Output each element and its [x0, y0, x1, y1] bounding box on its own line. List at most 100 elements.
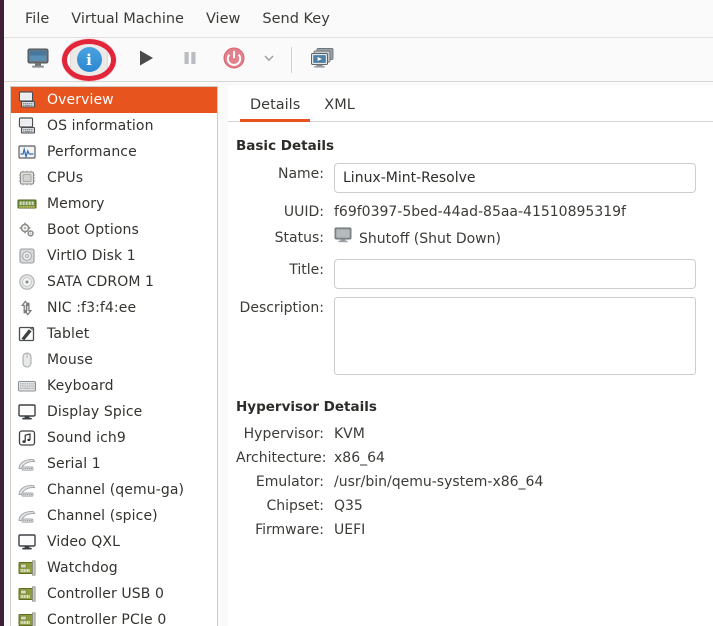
display-icon	[16, 532, 38, 552]
sidebar-item-label: Controller USB 0	[47, 586, 165, 602]
monitor-icon	[26, 47, 50, 73]
hypervisor-row: Emulator: /usr/bin/qemu-system-x86_64	[228, 472, 713, 493]
hypervisor-field-value: x86_64	[334, 450, 385, 466]
sidebar-item-label: Serial 1	[47, 456, 101, 472]
pci-card-icon	[16, 584, 38, 604]
tab-details[interactable]: Details	[238, 93, 312, 122]
menu-virtual-machine[interactable]: Virtual Machine	[60, 7, 195, 31]
sidebar-item-label: SATA CDROM 1	[47, 274, 155, 290]
uuid-row: UUID: f69f0397-5bed-44ad-85aa-4151089531…	[228, 201, 713, 223]
shutdown-menu-button[interactable]	[256, 41, 282, 79]
hypervisor-row: Architecture: x86_64	[228, 448, 713, 469]
sidebar-item-sata-cdrom-1[interactable]: SATA CDROM 1	[11, 269, 217, 295]
hypervisor-field-label: Emulator:	[255, 474, 324, 490]
sidebar-item-keyboard[interactable]: Keyboard	[11, 373, 217, 399]
chevron-down-icon	[262, 50, 276, 69]
virt-manager-window: File Virtual Machine View Send Key i Ove…	[0, 0, 713, 626]
sidebar-item-controller-pcie-0[interactable]: Controller PCIe 0	[11, 607, 217, 626]
hypervisor-field-label: Firmware:	[255, 522, 324, 538]
pci-card-icon	[16, 610, 38, 626]
hypervisor-row: Chipset: Q35	[228, 496, 713, 517]
sidebar-item-nic-f3-f4-ee[interactable]: NIC :f3:f4:ee	[11, 295, 217, 321]
sidebar-item-channel-spice[interactable]: Channel (spice)	[11, 503, 217, 529]
memory-icon	[16, 194, 38, 214]
sidebar-item-watchdog[interactable]: Watchdog	[11, 555, 217, 581]
sidebar-item-channel-qemu-ga[interactable]: Channel (qemu-ga)	[11, 477, 217, 503]
sidebar-item-label: Video QXL	[47, 534, 120, 550]
network-icon	[16, 298, 38, 318]
sidebar-item-label: OS information	[47, 118, 154, 134]
sidebar-item-label: VirtIO Disk 1	[47, 248, 136, 264]
sidebar-item-boot-options[interactable]: Boot Options	[11, 217, 217, 243]
title-row: Title:	[228, 259, 713, 289]
title-input[interactable]	[334, 259, 696, 289]
status-row: Status: Shutoff (Shut Down)	[228, 227, 713, 250]
sidebar-item-overview[interactable]: Overview	[11, 87, 217, 113]
sidebar-item-mouse[interactable]: Mouse	[11, 347, 217, 373]
hypervisor-field-value: Q35	[334, 498, 363, 514]
menu-bar: File Virtual Machine View Send Key	[4, 0, 713, 38]
play-icon	[136, 48, 156, 72]
hypervisor-field-value: UEFI	[334, 522, 366, 538]
status-value-group: Shutoff (Shut Down)	[334, 227, 501, 250]
shutoff-status-icon	[334, 227, 352, 250]
hypervisor-field-label: Hypervisor:	[243, 426, 324, 442]
details-panel: Details XML Basic Details Name: UUID: f6…	[228, 86, 713, 626]
hardware-list[interactable]: Overview OS information Performance CPUs Mem…	[10, 86, 218, 626]
hypervisor-row: Firmware: UEFI	[228, 520, 713, 541]
sidebar-item-serial-1[interactable]: Serial 1	[11, 451, 217, 477]
uuid-label: UUID:	[283, 204, 324, 220]
show-hardware-details-button[interactable]: i	[60, 38, 118, 82]
sidebar-item-label: Channel (spice)	[47, 508, 158, 524]
toolbar: i	[4, 38, 713, 82]
run-button[interactable]	[124, 41, 168, 79]
tab-xml[interactable]: XML	[312, 93, 367, 121]
display-icon	[16, 402, 38, 422]
sidebar-item-tablet[interactable]: Tablet	[11, 321, 217, 347]
show-console-button[interactable]	[16, 41, 60, 79]
sidebar-item-display-spice[interactable]: Display Spice	[11, 399, 217, 425]
power-icon	[222, 46, 246, 74]
description-row: Description:	[228, 297, 713, 375]
name-label: Name:	[277, 166, 324, 182]
menu-view[interactable]: View	[195, 7, 251, 31]
sidebar-item-label: Channel (qemu-ga)	[47, 482, 185, 498]
menu-send-key[interactable]: Send Key	[251, 7, 340, 31]
description-textarea[interactable]	[334, 297, 696, 375]
mouse-icon	[16, 350, 38, 370]
sidebar-item-video-qxl[interactable]: Video QXL	[11, 529, 217, 555]
sidebar-item-memory[interactable]: Memory	[11, 191, 217, 217]
status-label: Status:	[274, 230, 324, 246]
snapshots-button[interactable]	[301, 41, 345, 79]
hypervisor-field-value: KVM	[334, 426, 365, 442]
sidebar-item-virtio-disk-1[interactable]: VirtIO Disk 1	[11, 243, 217, 269]
sidebar-item-label: Performance	[47, 144, 137, 160]
computer-icon	[16, 116, 38, 136]
sidebar-item-cpus[interactable]: CPUs	[11, 165, 217, 191]
pause-button[interactable]	[168, 41, 212, 79]
computer-icon	[16, 90, 38, 110]
sidebar-item-label: Boot Options	[47, 222, 139, 238]
sidebar-item-label: CPUs	[47, 170, 84, 186]
status-text: Shutoff (Shut Down)	[359, 230, 501, 247]
menu-file[interactable]: File	[14, 7, 60, 31]
sidebar-item-controller-usb-0[interactable]: Controller USB 0	[11, 581, 217, 607]
sidebar-item-sound-ich9[interactable]: Sound ich9	[11, 425, 217, 451]
snapshots-icon	[310, 47, 336, 73]
sound-icon	[16, 428, 38, 448]
cdrom-icon	[16, 272, 38, 292]
sidebar-item-os-information[interactable]: OS information	[11, 113, 217, 139]
title-label: Title:	[289, 262, 324, 278]
sidebar-item-label: Display Spice	[47, 404, 143, 420]
sidebar-item-performance[interactable]: Performance	[11, 139, 217, 165]
keyboard-icon	[16, 376, 38, 396]
sidebar-item-label: Tablet	[47, 326, 90, 342]
serial-icon	[16, 506, 38, 526]
name-input[interactable]	[334, 163, 696, 193]
cpu-icon	[16, 168, 38, 188]
hypervisor-row: Hypervisor: KVM	[228, 424, 713, 445]
sidebar-item-label: Memory	[47, 196, 105, 212]
sidebar-item-label: NIC :f3:f4:ee	[47, 300, 137, 316]
tab-bar: Details XML	[228, 86, 713, 122]
shutdown-button[interactable]	[212, 41, 256, 79]
